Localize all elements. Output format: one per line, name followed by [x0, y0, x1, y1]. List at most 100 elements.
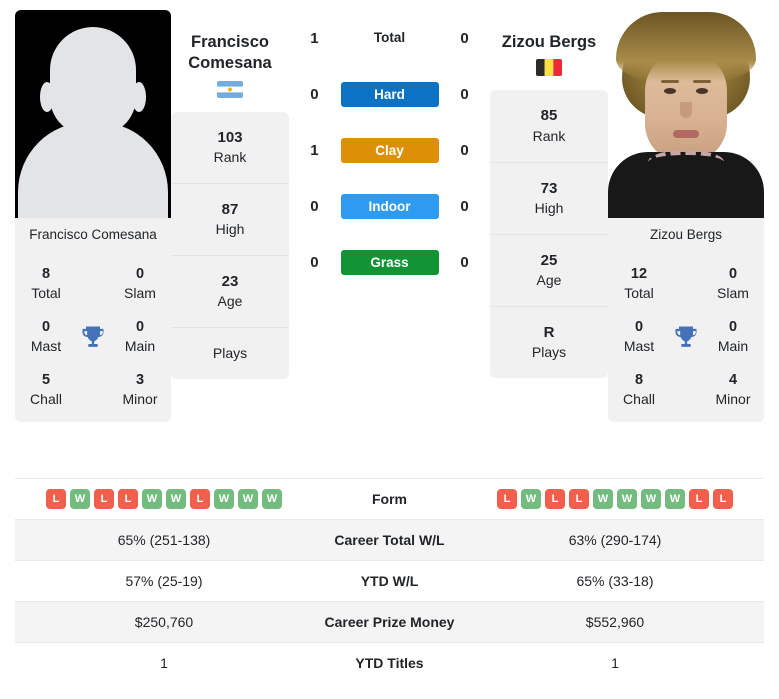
right-stat-age-value: 25 [540, 251, 558, 269]
surface-badge-hard[interactable]: Hard [340, 81, 439, 107]
left-titles-chall-value: 5 [41, 372, 51, 389]
flag-belgium-icon [536, 59, 562, 77]
h2h-row-total: 1 Total 0 [293, 10, 486, 66]
form-badge-loss: L [118, 489, 138, 509]
form-badge-win: W [665, 489, 685, 509]
right-stat-plays: R Plays [490, 307, 608, 378]
right-stat-plays-value: R [543, 323, 555, 341]
h2h-row-grass: 0 Grass 0 [293, 234, 486, 290]
right-titles-mast: 0 Mast [614, 318, 664, 355]
surface-badge-indoor[interactable]: Indoor [340, 193, 439, 219]
left-titles-main-label: Main [124, 337, 156, 354]
right-player-titles-grid: 12 Total 0 Slam 0 Mast 0 Main 8 Chall 4 … [608, 253, 764, 422]
form-badge-loss: L [497, 489, 517, 509]
right-titles-slam-value: 0 [728, 266, 738, 282]
left-player-photo-card[interactable]: Francisco Comesana 8 Total 0 Slam 0 Mast [15, 10, 171, 423]
right-stat-age-label: Age [536, 271, 562, 288]
right-titles-main-value: 0 [728, 319, 738, 336]
h2h-row-hard: 0 Hard 0 [293, 66, 486, 122]
form-badge-win: W [70, 489, 90, 509]
left-trophy-icon-wrap [71, 323, 115, 351]
left-titles-minor: 3 Minor [115, 371, 165, 408]
right-form-badges: LWLLWWWWLL [467, 489, 763, 509]
portrait-brow-right [693, 80, 711, 83]
surface-badge-clay[interactable]: Clay [340, 137, 439, 163]
h2h-hard-right: 0 [460, 85, 469, 103]
h2h-clay-badge-wrap: Clay [336, 137, 443, 163]
h2h-indoor-left: 0 [310, 197, 319, 215]
comparison-table: LWLLWWLWWW Form LWLLWWWWLL 65% (251-138)… [15, 478, 764, 684]
flag-argentina-icon [217, 80, 243, 98]
right-titles-slam-label: Slam [717, 284, 749, 301]
right-titles-total-value: 12 [630, 266, 648, 282]
left-stat-rank-label: Rank [213, 149, 247, 166]
right-titles-total: 12 Total [614, 265, 664, 302]
row-label-form: Form [313, 478, 466, 520]
right-player-stat-card: 85 Rank 73 High 25 Age R Plays [490, 90, 608, 378]
h2h-total-right: 0 [460, 29, 469, 47]
surface-badge-grass[interactable]: Grass [340, 249, 439, 275]
portrait-collar [648, 150, 724, 174]
form-badge-win: W [214, 489, 234, 509]
left-titles-minor-label: Minor [122, 390, 158, 407]
right-titles-mast-label: Mast [623, 337, 655, 354]
left-titles-minor-value: 3 [135, 372, 145, 389]
portrait-hair-front [616, 12, 756, 82]
table-row-ytd-wl: 57% (25-19) YTD W/L 65% (33-18) [15, 560, 764, 602]
form-badge-win: W [262, 489, 282, 509]
form-badge-win: W [238, 489, 258, 509]
left-stat-age: 23 Age [171, 256, 289, 329]
h2h-grass-right: 0 [460, 253, 469, 271]
h2h-row-clay: 1 Clay 0 [293, 122, 486, 178]
right-titles-minor: 4 Minor [708, 371, 758, 408]
left-titles-chall-label: Chall [30, 390, 62, 407]
h2h-total-label: Total [373, 30, 406, 45]
h2h-clay-right: 0 [460, 141, 469, 159]
right-titles-total-label: Total [624, 284, 654, 301]
left-stat-rank: 103 Rank [171, 112, 289, 185]
left-titles-mast: 0 Mast [21, 318, 71, 355]
right-trophy-icon-wrap [664, 323, 708, 351]
right-titles-minor-label: Minor [715, 390, 751, 407]
form-cell-right: LWLLWWWWLL [466, 478, 764, 520]
flag-argentina-svg [217, 80, 243, 98]
left-stat-high: 87 High [171, 184, 289, 257]
h2h-total-label-wrap: Total [336, 29, 443, 47]
left-player-photo [15, 10, 171, 218]
left-titles-mast-label: Mast [30, 337, 62, 354]
right-titles-minor-value: 4 [728, 372, 738, 389]
form-badge-loss: L [94, 489, 114, 509]
right-player-name[interactable]: Zizou Bergs [490, 10, 608, 53]
form-cell-left: LWLLWWLWWW [15, 478, 313, 520]
left-titles-main-value: 0 [135, 319, 145, 336]
right-titles-main: 0 Main [708, 318, 758, 355]
h2h-hard-left: 0 [310, 85, 319, 103]
right-stat-high: 73 High [490, 163, 608, 235]
comparison-table-body: LWLLWWLWWW Form LWLLWWWWLL 65% (251-138)… [15, 478, 764, 684]
left-player-name[interactable]: Francisco Comesana [171, 10, 289, 75]
right-player-photo-card[interactable]: Zizou Bergs 12 Total 0 Slam 0 Mast 0 Mai… [608, 10, 764, 423]
form-badge-loss: L [545, 489, 565, 509]
h2h-total-left: 1 [310, 29, 319, 47]
head-to-head-column: 1 Total 0 0 Hard 0 1 Clay 0 0 Indoor 0 0… [289, 10, 490, 290]
right-player-photo-caption: Zizou Bergs [649, 227, 723, 242]
h2h-grass-badge-wrap: Grass [336, 249, 443, 275]
trophy-icon [82, 326, 104, 347]
form-badge-loss: L [190, 489, 210, 509]
left-titles-total-label: Total [31, 284, 61, 301]
right-stat-age: 25 Age [490, 235, 608, 307]
form-badge-win: W [521, 489, 541, 509]
left-titles-total: 8 Total [21, 265, 71, 302]
left-titles-main: 0 Main [115, 318, 165, 355]
right-titles-chall-value: 8 [634, 372, 644, 389]
left-player-stat-card: 103 Rank 87 High 23 Age Plays [171, 111, 289, 380]
table-row-form: LWLLWWLWWW Form LWLLWWWWLL [15, 478, 764, 520]
form-badge-loss: L [713, 489, 733, 509]
row-label-ytd-titles: YTD Titles [313, 642, 466, 684]
left-stat-rank-value: 103 [217, 128, 243, 146]
h2h-indoor-badge-wrap: Indoor [336, 193, 443, 219]
left-stat-age-value: 23 [221, 273, 239, 291]
form-badge-win: W [166, 489, 186, 509]
right-titles-main-label: Main [717, 337, 749, 354]
row-label-career-prize: Career Prize Money [313, 601, 466, 643]
